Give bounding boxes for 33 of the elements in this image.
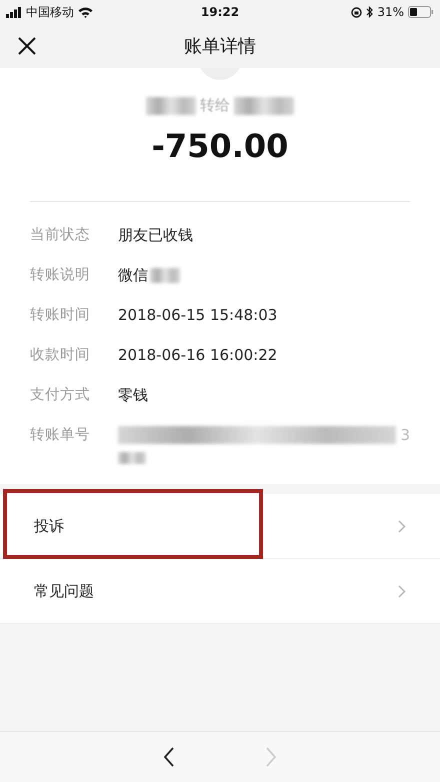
detail-label: 转账单号 (30, 426, 91, 445)
back-icon[interactable] (163, 747, 175, 767)
menu-item[interactable]: 常见问题 (0, 559, 440, 624)
transfer-recipient-text: 转给 (200, 96, 230, 115)
rotation-lock-icon (351, 6, 362, 18)
detail-label: 支付方式 (30, 386, 91, 405)
close-icon[interactable] (18, 37, 36, 55)
blurred-text (146, 96, 196, 114)
detail-value: 朋友已收钱 (118, 225, 193, 246)
detail-label: 转账时间 (30, 306, 91, 325)
blurred-text (234, 96, 294, 114)
page-title: 账单详情 (184, 35, 256, 58)
blurred-text (118, 452, 146, 464)
clock-time: 19:22 (200, 5, 240, 19)
detail-value: 微信 (118, 265, 148, 286)
signal-icon (6, 6, 22, 18)
detail-value: 零钱 (118, 385, 148, 406)
menu-item[interactable]: 投诉 (0, 494, 440, 559)
bluetooth-icon (366, 6, 374, 18)
wifi-icon (78, 6, 93, 18)
chevron-right-icon (398, 520, 406, 532)
detail-label: 收款时间 (30, 346, 91, 365)
detail-value: 2018-06-16 16:00:22 (118, 345, 278, 366)
detail-value: 3 (400, 425, 410, 446)
chevron-right-icon (398, 584, 406, 598)
detail-label: 转账说明 (30, 266, 91, 285)
carrier-name: 中国移动 (26, 4, 74, 20)
detail-value: 2018-06-15 15:48:03 (118, 305, 278, 326)
blurred-text (150, 268, 180, 282)
battery-percent: 31% (377, 5, 404, 19)
battery-icon (408, 6, 434, 18)
detail-label: 当前状态 (30, 226, 91, 245)
amount-text: -750.00 (152, 127, 288, 165)
